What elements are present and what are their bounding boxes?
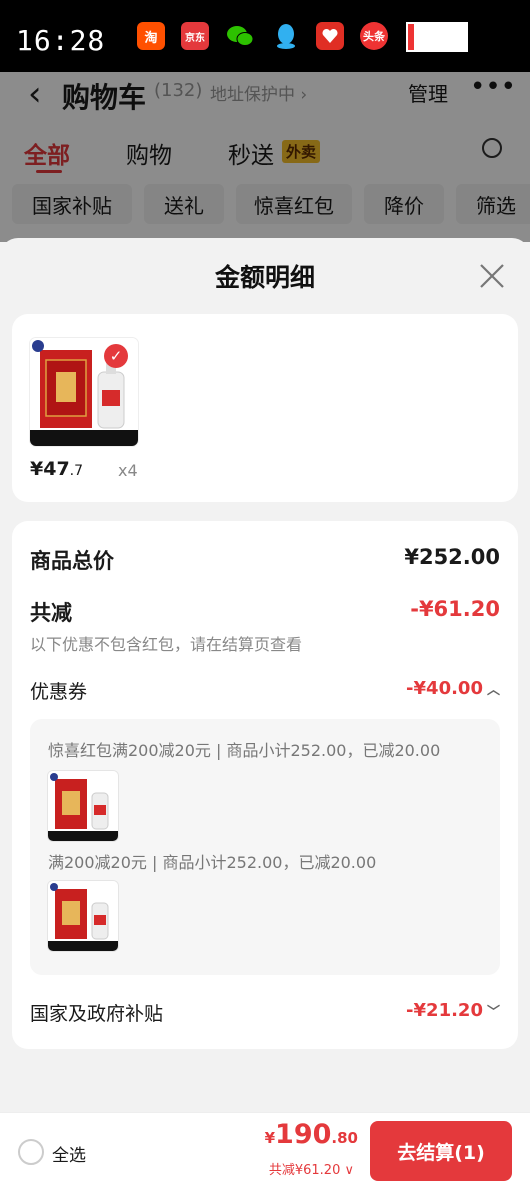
discount-note: 以下优惠不包含红包，请在结算页查看 — [30, 635, 303, 654]
saved-amount[interactable]: 共减¥61.20 ∨ — [269, 1159, 354, 1178]
wechat-icon — [226, 22, 254, 50]
product-quantity: x4 — [118, 461, 138, 480]
subsidy-value: -¥21.20 — [406, 1000, 483, 1021]
discount-value: -¥61.20 — [410, 597, 500, 621]
sheet-title: 金额明细 — [214, 263, 315, 292]
checkout-button[interactable]: 去结算(1) — [370, 1121, 512, 1181]
checkout-bar: 全选 ¥190.80 共减¥61.20 ∨ 去结算(1) — [0, 1112, 530, 1189]
select-all-checkbox[interactable] — [18, 1139, 44, 1165]
amount-detail-sheet: 金额明细 ✓ ¥47.7 x4 商品总价 ¥252.00 共减 -¥61.20 … — [0, 238, 530, 1188]
coupon-detail-box: 惊喜红包满200减20元 | 商品小计252.00，已减20.00 满200减2… — [30, 719, 500, 975]
coupon-product-thumbnail — [48, 771, 118, 841]
coupon-line-full-reduction: 满200减20元 | 商品小计252.00，已减20.00 — [48, 853, 377, 872]
toutiao-icon: 头条 — [360, 22, 388, 50]
modal-overlay[interactable] — [0, 72, 530, 242]
select-all-label[interactable]: 全选 — [52, 1141, 86, 1166]
selected-check-icon: ✓ — [104, 344, 128, 368]
total-amount: ¥190.80 — [264, 1119, 358, 1150]
coupon-line-red-packet: 惊喜红包满200减20元 | 商品小计252.00，已减20.00 — [48, 741, 441, 760]
coupon-product-thumbnail — [48, 881, 118, 951]
chevron-down-icon: ﹀ — [486, 1005, 500, 1020]
subsidy-label: 国家及政府补贴 — [30, 1003, 164, 1025]
coupon-label: 优惠券 — [30, 681, 88, 703]
qq-icon — [272, 22, 300, 50]
coupon-value: -¥40.00 — [406, 678, 483, 699]
price-breakdown-card: 商品总价 ¥252.00 共减 -¥61.20 以下优惠不包含红包，请在结算页查… — [12, 521, 518, 1049]
chevron-up-icon: ︿ — [486, 683, 500, 698]
total-price-label: 商品总价 — [30, 549, 114, 573]
pinduoduo-icon — [316, 22, 344, 50]
discount-label: 共减 — [30, 601, 72, 625]
taobao-icon: 淘 — [137, 22, 165, 50]
subsidy-toggle[interactable]: -¥21.20 ﹀ — [406, 1000, 500, 1021]
battery-icon — [406, 22, 468, 52]
product-card: ✓ ¥47.7 x4 — [12, 314, 518, 502]
status-bar: 16:28 淘 京东 头条 — [0, 0, 530, 72]
close-icon[interactable] — [478, 262, 506, 290]
product-price: ¥47.7 — [30, 458, 84, 480]
product-image[interactable]: ✓ — [30, 338, 138, 446]
total-price-value: ¥252.00 — [404, 545, 500, 569]
status-time: 16:28 — [16, 24, 106, 57]
coupon-toggle[interactable]: -¥40.00 ︿ — [406, 678, 500, 699]
jd-icon: 京东 — [181, 22, 209, 50]
